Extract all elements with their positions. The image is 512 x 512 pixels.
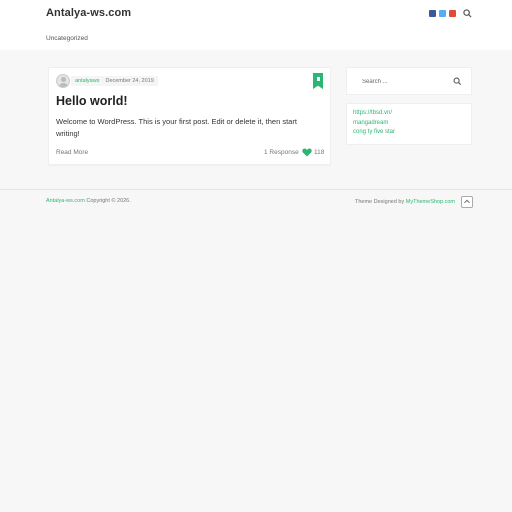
post-date: December 24, 2019 (105, 78, 154, 84)
search-widget (346, 67, 472, 95)
google-plus-icon[interactable] (449, 10, 456, 17)
post-excerpt: Welcome to WordPress. This is your first… (56, 117, 297, 138)
theme-link[interactable]: MyThemeShop.com (406, 199, 455, 205)
heart-icon[interactable] (302, 148, 312, 157)
site-footer: Antalya-ws.com Copyright © 2026. Theme D… (0, 189, 512, 213)
main-navigation: Uncategorized (0, 32, 512, 50)
search-icon[interactable] (463, 9, 472, 18)
responses-link[interactable]: 1 Response (264, 149, 299, 156)
site-title[interactable]: Antalya-ws.com (46, 7, 131, 19)
back-to-top-button[interactable] (461, 196, 473, 208)
read-more-link[interactable]: Read More (56, 149, 88, 156)
sidebar-link[interactable]: cong ty five star (353, 128, 465, 138)
sidebar-link[interactable]: https://tbsd.vn/ (353, 109, 465, 119)
links-widget: https://tbsd.vn/ mangadream cong ty five… (346, 103, 472, 145)
facebook-icon[interactable] (429, 10, 436, 17)
post-author-link[interactable]: antalyaws (75, 78, 99, 84)
sidebar-link[interactable]: mangadream (353, 119, 465, 129)
chevron-up-icon (464, 199, 470, 204)
search-input[interactable] (356, 73, 464, 90)
footer-credit: Theme Designed by MyThemeShop.com (355, 199, 455, 205)
post-meta: antalyaws December 24, 2019 (71, 76, 158, 86)
search-button-icon[interactable] (453, 77, 462, 86)
post-title[interactable]: Hello world! (56, 94, 128, 108)
social-links (429, 10, 456, 17)
post-card: antalyaws December 24, 2019 Hello world!… (48, 67, 331, 165)
nav-item-uncategorized[interactable]: Uncategorized (46, 35, 88, 42)
footer-copyright: Antalya-ws.com Copyright © 2026. (46, 198, 131, 204)
like-count: 118 (314, 149, 325, 156)
bookmark-icon[interactable] (313, 73, 323, 89)
footer-site-link[interactable]: Antalya-ws.com (46, 198, 85, 204)
avatar[interactable] (56, 74, 70, 88)
copyright-text: Copyright © 2026. (84, 198, 131, 204)
theme-credit-text: Theme Designed by (355, 199, 406, 205)
twitter-icon[interactable] (439, 10, 446, 17)
